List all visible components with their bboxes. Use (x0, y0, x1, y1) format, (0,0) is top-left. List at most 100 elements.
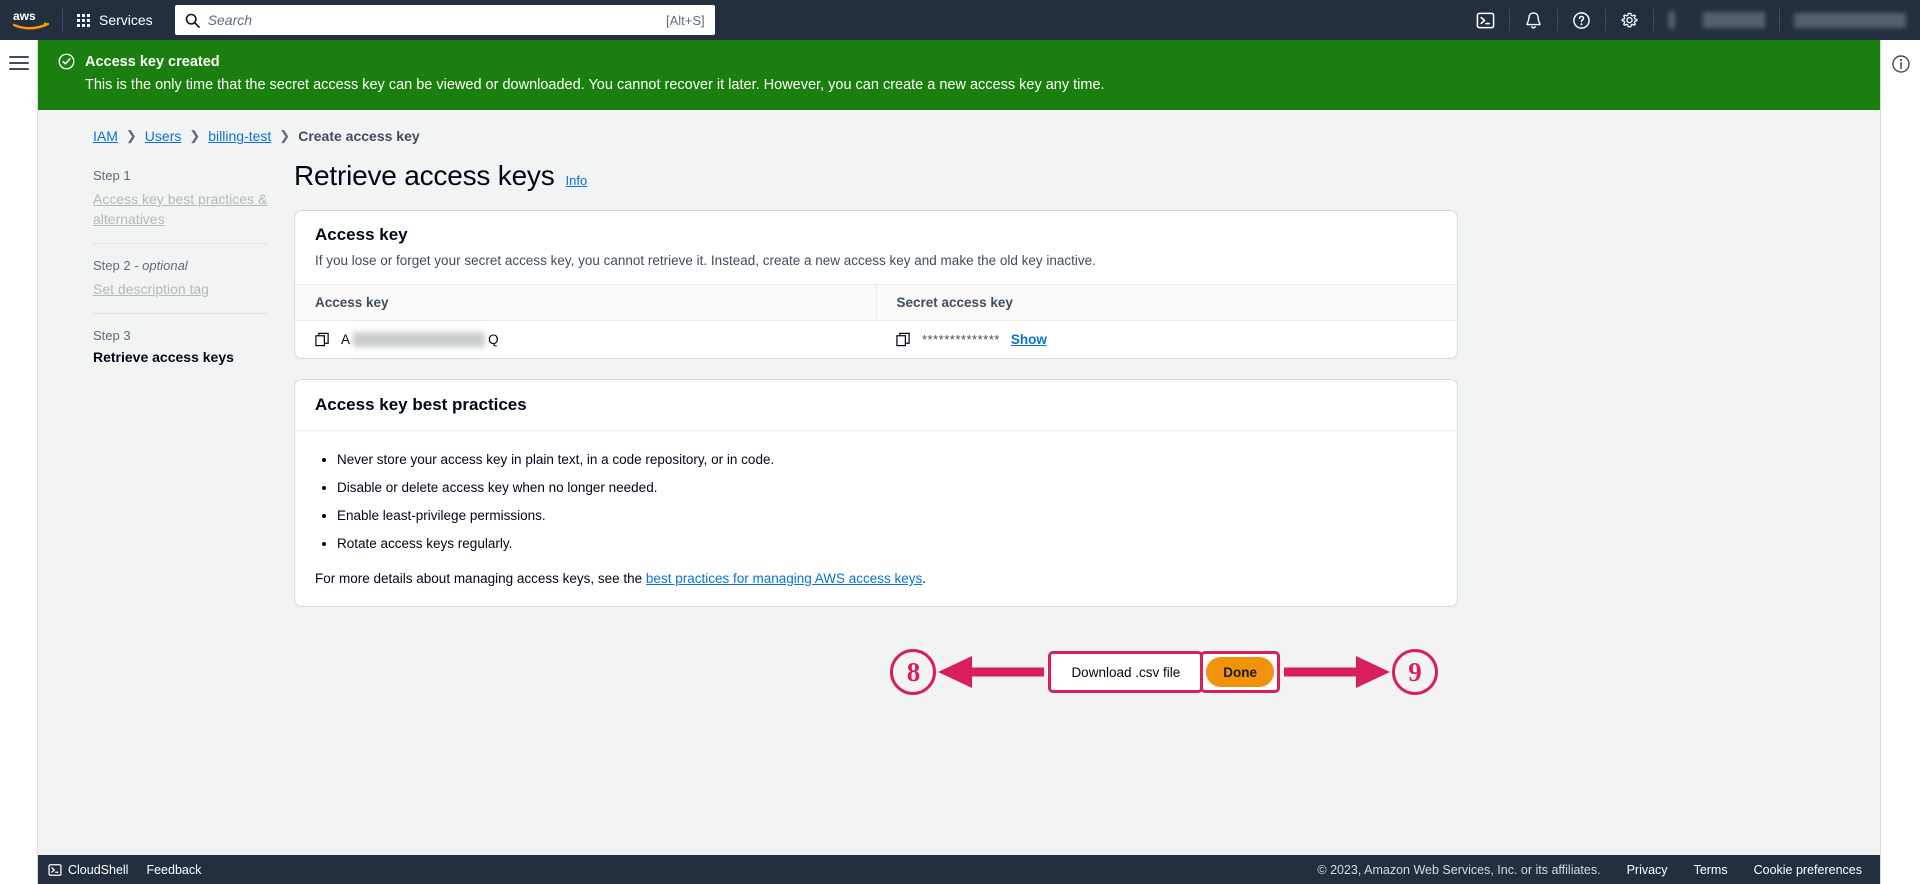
done-button[interactable]: Done (1206, 657, 1274, 687)
action-bar: 8 Download .csv file Done 9 (294, 627, 1458, 717)
secret-access-key-cell: ************** Show (876, 321, 1457, 359)
footer-link-privacy[interactable]: Privacy (1627, 863, 1668, 877)
region-redacted-label (1703, 12, 1765, 28)
access-key-description: If you lose or forget your secret access… (315, 253, 1096, 268)
breadcrumb-chevron-icon: ❯ (125, 128, 137, 143)
more-text-after: . (922, 571, 927, 586)
account-menu[interactable] (1780, 0, 1920, 40)
column-header-access-key: Access key (295, 284, 876, 321)
cloudshell-button[interactable] (1462, 0, 1509, 40)
search-input[interactable] (207, 12, 667, 28)
svg-text:aws: aws (13, 9, 36, 23)
breadcrumb-chevron-icon: ❯ (279, 128, 291, 143)
success-flash-banner: Access key created This is the only time… (38, 40, 1880, 110)
nav-icon-group (1462, 0, 1920, 40)
aws-logo[interactable]: aws (0, 9, 62, 31)
wizard-steps-sidebar: Step 1 Access key best practices & alter… (38, 160, 268, 717)
step-2-link[interactable]: Set description tag (93, 279, 268, 299)
best-practices-doc-link[interactable]: best practices for managing AWS access k… (646, 571, 922, 586)
left-rail (0, 40, 38, 884)
wizard-step-1: Step 1 Access key best practices & alter… (93, 160, 268, 243)
services-menu-button[interactable]: Services (63, 0, 167, 40)
secret-access-key-mask: ************** (922, 332, 1000, 347)
list-item: Disable or delete access key when no lon… (337, 477, 1437, 499)
best-practices-list: Never store your access key in plain tex… (337, 449, 1437, 555)
access-key-prefix: A (341, 332, 351, 347)
region-name-redacted[interactable] (1689, 0, 1779, 40)
services-label: Services (99, 12, 153, 28)
app-body: Access key created This is the only time… (0, 40, 1920, 884)
footer-bar: CloudShell Feedback © 2023, Amazon Web S… (38, 855, 1880, 884)
page-content: IAM ❯ Users ❯ billing-test ❯ Create acce… (38, 110, 1880, 884)
access-key-redacted-region (353, 332, 486, 347)
notifications-button[interactable] (1510, 0, 1557, 40)
list-item: Rotate access keys regularly. (337, 533, 1437, 555)
step-3-label: Retrieve access keys (93, 349, 234, 365)
step-1-number-text: Step 1 (93, 168, 131, 183)
breadcrumb-item-billing-test[interactable]: billing-test (208, 128, 271, 144)
region-redacted-glyph (1668, 11, 1675, 29)
best-practices-heading: Access key best practices (315, 395, 527, 414)
search-icon (185, 13, 200, 28)
column-header-secret-access-key: Secret access key (875, 284, 1457, 321)
hamburger-menu-icon[interactable] (8, 56, 29, 884)
help-button[interactable] (1558, 0, 1605, 40)
best-practices-card: Access key best practices Never store yo… (294, 379, 1458, 607)
copy-access-key-icon[interactable] (315, 332, 330, 347)
footer-cloudshell-button[interactable]: CloudShell (48, 863, 128, 877)
step-3-number-text: Step 3 (93, 328, 131, 343)
access-key-card: Access key If you lose or forget your se… (294, 210, 1458, 359)
settings-gear-icon (1621, 12, 1638, 27)
global-search-box[interactable]: [Alt+S] (174, 5, 715, 35)
page-info-link[interactable]: Info (566, 173, 588, 188)
best-practices-body: Never store your access key in plain tex… (295, 431, 1457, 606)
show-secret-link[interactable]: Show (1011, 332, 1047, 347)
best-practices-header: Access key best practices (295, 380, 1457, 431)
center-column: Access key created This is the only time… (38, 40, 1880, 884)
annotation-marker-9: 9 (1392, 649, 1438, 695)
step-2-number: Step 2 - optional (93, 258, 268, 273)
step-3-number: Step 3 (93, 328, 268, 343)
wizard-step-2: Step 2 - optional Set description tag (93, 243, 268, 313)
annotation-arrow-left (938, 656, 1045, 688)
top-navigation-bar: aws Services [Alt+S] (0, 0, 1920, 40)
content-row: Step 1 Access key best practices & alter… (38, 144, 1880, 717)
step-2-number-text: Step 2 (93, 258, 131, 273)
notifications-bell-icon (1526, 11, 1541, 29)
annotation-marker-8: 8 (890, 649, 937, 695)
access-key-cell: A Q (295, 321, 876, 359)
region-selector[interactable] (1654, 0, 1689, 40)
breadcrumb-chevron-icon: ❯ (189, 128, 201, 143)
breadcrumb: IAM ❯ Users ❯ billing-test ❯ Create acce… (38, 110, 1880, 144)
access-key-value: A Q (341, 332, 499, 347)
breadcrumb-item-users[interactable]: Users (145, 128, 182, 144)
cloudshell-icon (1476, 12, 1495, 28)
search-shortcut-hint: [Alt+S] (666, 12, 705, 28)
table-header-row: Access key Secret access key (295, 284, 1457, 321)
access-key-heading: Access key (315, 225, 408, 244)
success-check-circle-icon (58, 53, 75, 75)
footer-right-group: © 2023, Amazon Web Services, Inc. or its… (1317, 863, 1880, 877)
breadcrumb-item-iam[interactable]: IAM (93, 128, 118, 144)
footer-copyright: © 2023, Amazon Web Services, Inc. or its… (1317, 862, 1601, 877)
access-key-card-header: Access key If you lose or forget your se… (295, 211, 1457, 284)
main-content: Retrieve access keys Info Access key If … (268, 160, 1478, 717)
info-circle-icon[interactable] (1891, 54, 1911, 884)
footer-feedback-button[interactable]: Feedback (146, 863, 201, 877)
more-text-before: For more details about managing access k… (315, 571, 646, 586)
settings-button[interactable] (1606, 0, 1653, 40)
access-key-table: Access key Secret access key A Q *******… (295, 284, 1457, 358)
footer-link-cookie-preferences[interactable]: Cookie preferences (1754, 863, 1862, 877)
wizard-action-buttons: Download .csv file Done (1048, 651, 1280, 693)
access-key-suffix: Q (488, 332, 499, 347)
copy-secret-access-key-icon[interactable] (896, 332, 911, 347)
help-question-icon (1573, 11, 1590, 29)
download-csv-button[interactable]: Download .csv file (1054, 657, 1198, 687)
step-1-number: Step 1 (93, 168, 268, 183)
step-2-optional: - optional (130, 258, 188, 273)
footer-link-terms[interactable]: Terms (1694, 863, 1728, 877)
page-title-row: Retrieve access keys Info (294, 160, 1458, 192)
step-1-link[interactable]: Access key best practices & alternatives (93, 189, 268, 229)
right-rail (1880, 40, 1920, 884)
page-title: Retrieve access keys (294, 160, 555, 191)
